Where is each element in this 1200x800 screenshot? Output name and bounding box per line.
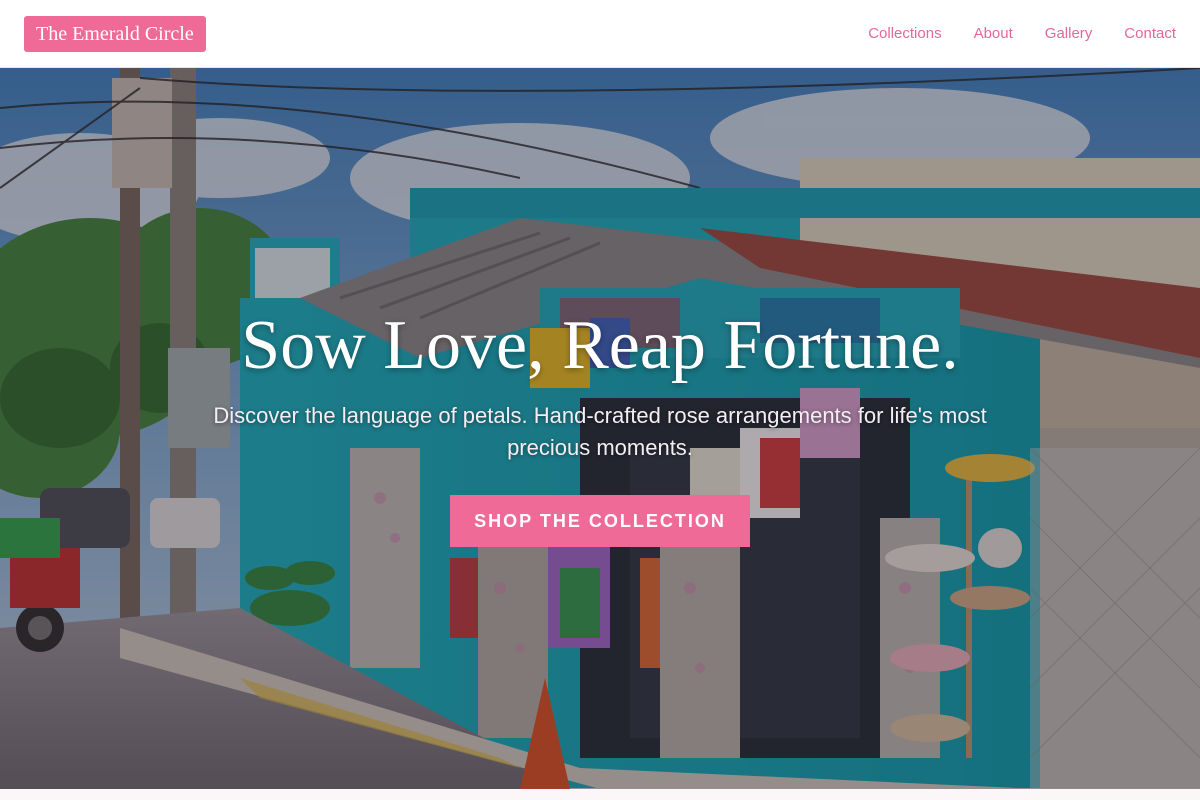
nav-link-gallery[interactable]: Gallery: [1045, 25, 1093, 42]
brand-logo[interactable]: The Emerald Circle: [24, 15, 206, 52]
page-bottom-edge: [0, 789, 1200, 800]
hero-subtitle: Discover the language of petals. Hand-cr…: [213, 403, 987, 460]
nav-link-contact[interactable]: Contact: [1124, 25, 1176, 42]
hero-content: Sow Love, Reap Fortune. Discover the lan…: [0, 68, 1200, 789]
nav-link-collections[interactable]: Collections: [868, 25, 941, 42]
main-nav: Collections About Gallery Contact: [868, 25, 1176, 42]
shop-collection-button[interactable]: SHOP THE COLLECTION: [450, 495, 750, 547]
nav-link-about[interactable]: About: [974, 25, 1013, 42]
hero-section: Sow Love, Reap Fortune. Discover the lan…: [0, 68, 1200, 789]
hero-title: Sow Love, Reap Fortune.: [241, 307, 959, 384]
site-header: The Emerald Circle Collections About Gal…: [0, 0, 1200, 68]
